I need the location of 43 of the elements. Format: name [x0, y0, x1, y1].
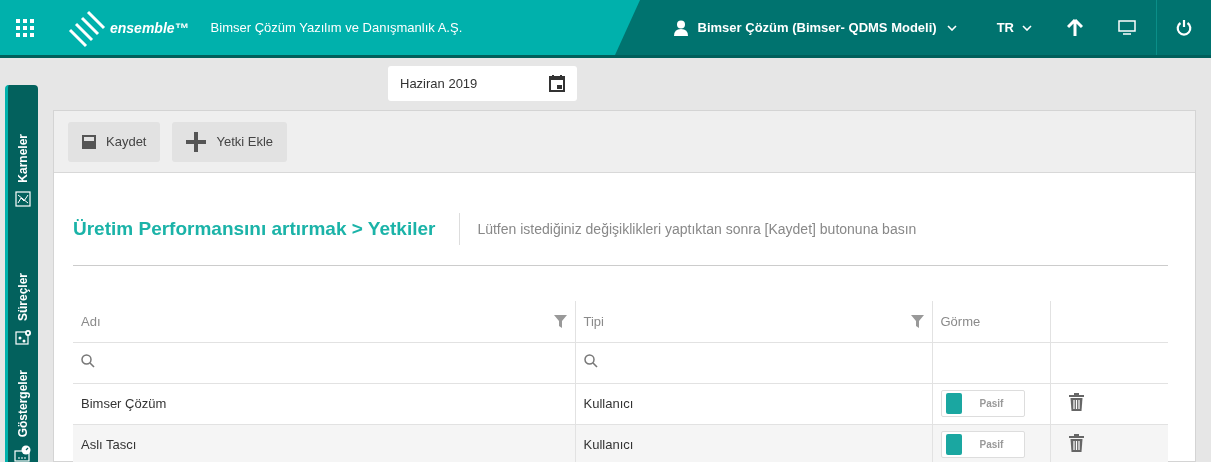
monitor-icon	[1118, 20, 1136, 35]
chevron-down-icon	[1022, 24, 1032, 31]
search-icon[interactable]	[81, 354, 95, 368]
delete-button[interactable]	[1068, 393, 1084, 414]
add-button[interactable]: Yetki Ekle	[172, 121, 288, 162]
user-menu[interactable]: Bimser Çözüm (Bimser- QDMS Modeli)	[667, 18, 963, 37]
hint-text: Lütfen istediğiniz değişiklikleri yaptıktan sonra [Kaydet] butonuna basın	[477, 221, 917, 237]
table-cell: Kullanıcı	[575, 383, 932, 424]
breadcrumb-title: Üretim Performansını artırmak > Yetkiler	[73, 213, 461, 245]
table-cell: Kullanıcı	[575, 424, 932, 462]
trash-icon	[1068, 393, 1084, 411]
power-icon	[1176, 19, 1192, 36]
company-name: Bimser Çözüm Yazılım ve Danışmanlık A.Ş.	[210, 20, 463, 35]
search-field[interactable]	[73, 342, 575, 383]
arrow-up-icon	[1067, 19, 1083, 36]
trash-icon	[1068, 434, 1084, 452]
logo-text: ensemble™	[110, 19, 189, 36]
date-field[interactable]: Haziran 2019	[388, 66, 577, 101]
table-cell: Aslı Tascı	[73, 424, 575, 462]
plus-icon	[186, 131, 207, 152]
chevron-down-icon	[946, 24, 957, 31]
sidebar-tab[interactable]: Süreçler	[8, 207, 38, 345]
chart-icon	[15, 191, 31, 207]
filter-icon[interactable]	[910, 314, 924, 328]
search-field[interactable]	[575, 342, 932, 383]
search-icon[interactable]	[583, 354, 598, 368]
table-cell: Bimser Çözüm	[73, 383, 575, 424]
delete-button[interactable]	[1068, 434, 1084, 455]
column-header: Adı	[81, 313, 101, 329]
grid-icon	[16, 18, 34, 37]
person-icon	[673, 19, 688, 36]
table-row[interactable]: Aslı Tascı Kullanıcı Pasif	[73, 424, 1168, 462]
column-header: Görme	[940, 313, 981, 329]
save-icon	[82, 134, 96, 149]
sidebar-tab[interactable]: Karneler	[8, 85, 38, 207]
process-icon	[14, 329, 32, 345]
language-menu[interactable]: TR	[990, 19, 1038, 36]
save-button[interactable]: Kaydet	[68, 121, 161, 162]
sidebar-tab[interactable]: Göstergeler	[8, 345, 38, 462]
calendar-icon	[549, 75, 565, 92]
table-row[interactable]: Bimser Çözüm Kullanıcı Pasif	[73, 383, 1168, 424]
filter-icon[interactable]	[553, 314, 567, 328]
column-header: Tipi	[583, 313, 604, 329]
